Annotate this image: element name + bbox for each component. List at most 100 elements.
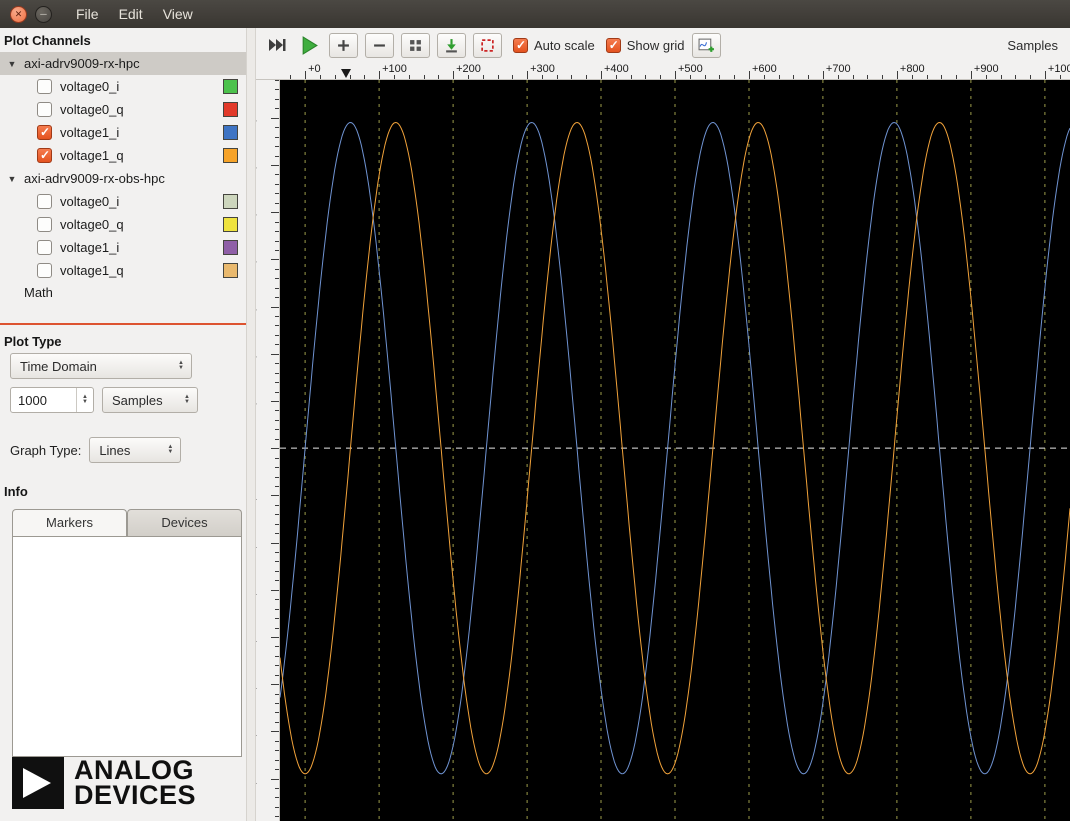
show-grid-label: Show grid — [626, 37, 685, 53]
math-row[interactable]: Math — [0, 282, 246, 303]
pane-splitter[interactable] — [246, 28, 256, 821]
channel-label: voltage1_i — [60, 240, 120, 255]
samples-unit-label: Samples — [1007, 37, 1058, 53]
tab-devices[interactable]: Devices — [127, 509, 242, 537]
channel-color-swatch[interactable] — [223, 194, 238, 209]
channel-color-swatch[interactable] — [223, 79, 238, 94]
channel-color-swatch[interactable] — [223, 240, 238, 255]
capture-play-button[interactable] — [297, 34, 322, 57]
logo-line2: DEVICES — [74, 780, 197, 810]
sample-count-spinner[interactable]: 1000 ▲ ▼ — [10, 387, 94, 414]
auto-scale-label: Auto scale — [534, 37, 595, 53]
math-label: Math — [24, 285, 53, 301]
graph-type-label: Graph Type: — [10, 442, 82, 458]
waveform-chart — [280, 80, 1070, 821]
sample-unit-select[interactable]: Samples ▲ ▼ — [102, 387, 198, 414]
close-icon: ✕ — [14, 8, 23, 19]
plot-type-select[interactable]: Time Domain ▲ ▼ — [10, 353, 192, 380]
channel-color-swatch[interactable] — [223, 125, 238, 140]
x-axis-ruler: +0 +100 +200 +300 +400 +500 +600 +700 +800 +900 +1… — [256, 62, 1070, 80]
graph-type-select[interactable]: Lines ▲ ▼ — [89, 437, 182, 464]
x-ruler-marker[interactable] — [340, 69, 351, 78]
channel-label: voltage1_q — [60, 263, 124, 278]
channel-color-swatch[interactable] — [223, 102, 238, 117]
device-group-label: axi-adrv9009-rx-obs-hpc — [24, 171, 165, 186]
auto-scale-checkbox[interactable]: Auto scale — [513, 37, 595, 53]
plot-channels-title: Plot Channels — [4, 33, 91, 48]
plot-toolbar: Auto scale Show grid Samples — [256, 28, 1070, 62]
spinner-arrows-icon[interactable]: ▲ ▼ — [76, 388, 93, 413]
channel-checkbox[interactable] — [37, 240, 52, 255]
channel-label: voltage0_i — [60, 79, 120, 94]
channel-label: voltage0_q — [60, 217, 124, 232]
zoom-out-button[interactable] — [365, 32, 394, 58]
expander-icon[interactable]: ▼ — [7, 174, 17, 184]
skip-to-end-button[interactable] — [264, 35, 290, 55]
channel-row[interactable]: voltage0_q — [0, 98, 246, 121]
play-icon — [302, 35, 318, 55]
tab-markers[interactable]: Markers — [12, 509, 127, 537]
sample-unit-value: Samples — [112, 392, 163, 408]
channel-row[interactable]: voltage1_i — [0, 121, 246, 144]
channel-checkbox[interactable] — [37, 263, 52, 278]
plot-type-value: Time Domain — [20, 358, 97, 374]
channel-color-swatch[interactable] — [223, 217, 238, 232]
orange-separator — [0, 323, 246, 326]
device-group-row[interactable]: ▼ axi-adrv9009-rx-obs-hpc — [0, 167, 246, 190]
channel-label: voltage1_q — [60, 148, 124, 163]
show-grid-checkbox-box[interactable] — [605, 37, 621, 53]
channel-row[interactable]: voltage1_q — [0, 259, 246, 282]
graph-type-value: Lines — [99, 442, 131, 458]
sample-count-value: 1000 — [18, 392, 47, 408]
plot-region: +0 +100 +200 +300 +400 +500 +600 +700 +800 +900 +1… — [256, 62, 1070, 821]
green-down-arrow-icon — [446, 38, 457, 52]
new-plot-button[interactable] — [691, 32, 721, 58]
combo-arrows-icon: ▲ ▼ — [184, 394, 190, 406]
tab-devices-label: Devices — [161, 515, 208, 531]
info-tabs: Markers Devices — [12, 509, 242, 537]
zoom-fit-button[interactable] — [401, 32, 430, 58]
channel-row[interactable]: voltage0_i — [0, 190, 246, 213]
auto-scale-checkbox-box[interactable] — [513, 37, 528, 53]
channel-label: voltage0_i — [60, 194, 120, 209]
zoom-out-icon — [374, 43, 385, 47]
auto-zoom-button[interactable] — [437, 32, 466, 58]
menu-file[interactable]: File — [76, 6, 99, 22]
skip-to-end-icon — [269, 39, 286, 51]
close-button[interactable]: ✕ — [10, 5, 27, 23]
channel-row[interactable]: voltage1_i — [0, 236, 246, 259]
channel-row[interactable]: voltage0_i — [0, 75, 246, 98]
info-panel — [12, 536, 242, 757]
new-plot-icon — [698, 38, 714, 52]
channel-checkbox[interactable] — [37, 102, 52, 117]
channel-label: voltage0_q — [60, 102, 124, 117]
y-axis-ruler: +7,000 +6,000 +5,000 +4,000 +3,000 +2,000 +1,0… — [256, 80, 280, 821]
channel-checkbox[interactable] — [37, 79, 52, 94]
zoom-fit-icon — [410, 39, 421, 51]
iio-oscilloscope-window: ✕ ─ File Edit View Plot Channels ▼ axi-a… — [0, 0, 1070, 821]
channel-label: voltage1_i — [60, 125, 120, 140]
analog-devices-logo: ANALOG DEVICES — [0, 757, 246, 821]
titlebar: ✕ ─ File Edit View — [0, 0, 1070, 28]
menu-view[interactable]: View — [163, 6, 193, 22]
device-group-row[interactable]: ▼ axi-adrv9009-rx-hpc — [0, 52, 246, 75]
fullscreen-button[interactable] — [473, 32, 502, 58]
channel-checkbox[interactable] — [37, 125, 52, 140]
menubar: File Edit View — [76, 6, 193, 22]
show-grid-checkbox[interactable]: Show grid — [605, 37, 685, 53]
channel-checkbox[interactable] — [37, 194, 52, 209]
channel-checkbox[interactable] — [37, 217, 52, 232]
expander-icon[interactable]: ▼ — [7, 59, 17, 69]
menu-edit[interactable]: Edit — [119, 6, 143, 22]
plot-canvas[interactable] — [280, 80, 1070, 821]
zoom-in-button[interactable] — [329, 32, 358, 58]
channel-color-swatch[interactable] — [223, 263, 238, 278]
tab-markers-label: Markers — [46, 515, 93, 531]
plot-type-title: Plot Type — [4, 334, 62, 350]
channel-row[interactable]: voltage0_q — [0, 213, 246, 236]
minimize-button[interactable]: ─ — [35, 5, 52, 23]
channel-checkbox[interactable] — [37, 148, 52, 163]
channel-color-swatch[interactable] — [223, 148, 238, 163]
channel-row[interactable]: voltage1_q — [0, 144, 246, 167]
red-frame-icon — [481, 38, 494, 52]
